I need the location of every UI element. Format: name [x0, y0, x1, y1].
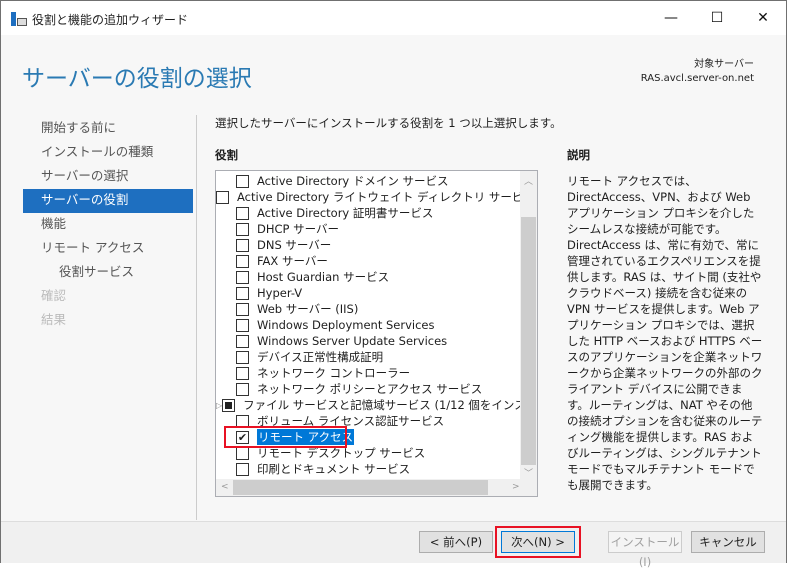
page-title: サーバーの役割の選択: [22, 66, 252, 92]
description-text: リモート アクセスでは、DirectAccess、VPN、および Web アプリ…: [567, 174, 763, 492]
role-label: Host Guardian サービス: [257, 270, 390, 284]
minimize-button[interactable]: —: [648, 1, 694, 35]
role-label: 印刷とドキュメント サービス: [257, 462, 411, 476]
target-server-label: 対象サーバー: [694, 59, 754, 70]
description-label: 説明: [567, 148, 590, 162]
maximize-button[interactable]: ☐: [694, 1, 740, 35]
scroll-up-icon[interactable]: ︿: [524, 174, 533, 187]
role-item[interactable]: ▷ファイル サービスと記憶域サービス (1/12 個をインストール済み): [216, 397, 537, 413]
role-checkbox[interactable]: [236, 366, 249, 380]
role-checkbox[interactable]: [216, 190, 229, 204]
role-checkbox[interactable]: [222, 398, 236, 412]
role-label: ネットワーク ポリシーとアクセス サービス: [257, 382, 483, 396]
role-label: Active Directory 証明書サービス: [257, 206, 434, 220]
role-checkbox[interactable]: [236, 382, 249, 396]
role-item[interactable]: Hyper-V: [216, 285, 522, 301]
cancel-button[interactable]: キャンセル: [691, 531, 765, 553]
role-label: Active Directory ライトウェイト ディレクトリ サービス: [237, 190, 535, 204]
wizard-step[interactable]: サーバーの役割: [23, 189, 193, 213]
window-title: 役割と機能の追加ウィザード: [32, 13, 189, 27]
role-item[interactable]: Active Directory ライトウェイト ディレクトリ サービス: [216, 189, 535, 205]
wizard-step[interactable]: インストールの種類: [23, 141, 193, 165]
target-server-name: RAS.avcl.server-on.net: [640, 73, 754, 84]
role-item[interactable]: FAX サーバー: [216, 253, 522, 269]
wizard-step[interactable]: 役割サービス: [23, 261, 193, 285]
role-item[interactable]: DHCP サーバー: [216, 221, 522, 237]
wizard-step[interactable]: サーバーの選択: [23, 165, 193, 189]
wizard-step: 結果: [41, 312, 67, 327]
role-label: ネットワーク コントローラー: [257, 366, 411, 380]
install-button: インストール(I): [608, 531, 682, 569]
close-button[interactable]: ✕: [740, 1, 786, 35]
vertical-scroll-thumb[interactable]: [521, 217, 536, 465]
role-item[interactable]: Web サーバー (IIS): [216, 301, 522, 317]
divider: [196, 115, 197, 520]
role-checkbox[interactable]: [236, 334, 249, 348]
role-checkbox[interactable]: [236, 238, 249, 252]
target-server: 対象サーバー RAS.avcl.server-on.net: [641, 58, 754, 86]
role-item[interactable]: ネットワーク コントローラー: [216, 365, 522, 381]
wizard-step[interactable]: リモート アクセス: [23, 237, 193, 261]
role-checkbox[interactable]: [236, 206, 249, 220]
wizard-step: 確認: [41, 288, 67, 303]
role-item[interactable]: Windows Server Update Services: [216, 333, 522, 349]
role-item[interactable]: Host Guardian サービス: [216, 269, 522, 285]
role-item[interactable]: 印刷とドキュメント サービス: [216, 461, 522, 477]
scroll-left-icon[interactable]: <: [221, 482, 229, 492]
role-checkbox[interactable]: [236, 302, 249, 316]
role-checkbox[interactable]: [236, 286, 249, 300]
role-item[interactable]: ネットワーク ポリシーとアクセス サービス: [216, 381, 522, 397]
title-bar: 役割と機能の追加ウィザード — ☐ ✕: [1, 1, 786, 35]
wizard-step[interactable]: 開始する前に: [23, 117, 193, 141]
scroll-down-icon[interactable]: ﹀: [524, 466, 533, 479]
role-checkbox[interactable]: [236, 350, 249, 364]
role-label: Windows Deployment Services: [257, 318, 435, 332]
role-item[interactable]: デバイス正常性構成証明: [216, 349, 522, 365]
role-checkbox[interactable]: [236, 270, 249, 284]
role-checkbox[interactable]: [236, 318, 249, 332]
role-item[interactable]: DNS サーバー: [216, 237, 522, 253]
highlight-box: [495, 526, 581, 558]
server-manager-icon: [11, 12, 27, 26]
role-label: Active Directory ドメイン サービス: [257, 174, 449, 188]
wizard-steps: 開始する前に インストールの種類 サーバーの選択 サーバーの役割 機能 リモート アクセス…: [23, 117, 193, 333]
role-checkbox[interactable]: [236, 174, 249, 188]
horizontal-scrollbar[interactable]: < >: [216, 479, 537, 496]
role-label: Hyper-V: [257, 286, 303, 300]
role-label: DHCP サーバー: [257, 222, 340, 236]
role-label: デバイス正常性構成証明: [257, 350, 384, 364]
role-item[interactable]: Active Directory 証明書サービス: [216, 205, 522, 221]
horizontal-scroll-thumb[interactable]: [233, 480, 488, 495]
roles-label: 役割: [215, 148, 238, 162]
role-checkbox[interactable]: [236, 462, 249, 476]
wizard-window: 役割と機能の追加ウィザード — ☐ ✕ サーバーの役割の選択 対象サーバー RA…: [0, 0, 787, 569]
role-checkbox[interactable]: [236, 254, 249, 268]
role-item[interactable]: Windows Deployment Services: [216, 317, 522, 333]
instructions: 選択したサーバーにインストールする役割を 1 つ以上選択します。: [215, 116, 562, 130]
role-label: DNS サーバー: [257, 238, 332, 252]
role-checkbox[interactable]: [236, 446, 249, 460]
role-label: Windows Server Update Services: [257, 334, 448, 348]
role-item[interactable]: Active Directory ドメイン サービス: [216, 173, 522, 189]
role-label: FAX サーバー: [257, 254, 328, 268]
role-label: Web サーバー (IIS): [257, 302, 359, 316]
previous-button[interactable]: < 前へ(P): [419, 531, 493, 553]
role-checkbox[interactable]: [236, 222, 249, 236]
wizard-step[interactable]: 機能: [23, 213, 193, 237]
vertical-scrollbar[interactable]: ︿ ﹀: [520, 171, 537, 479]
highlight-box: [224, 426, 347, 448]
role-label: ファイル サービスと記憶域サービス (1/12 個をインストール済み): [243, 398, 537, 412]
scroll-right-icon[interactable]: >: [512, 482, 520, 492]
